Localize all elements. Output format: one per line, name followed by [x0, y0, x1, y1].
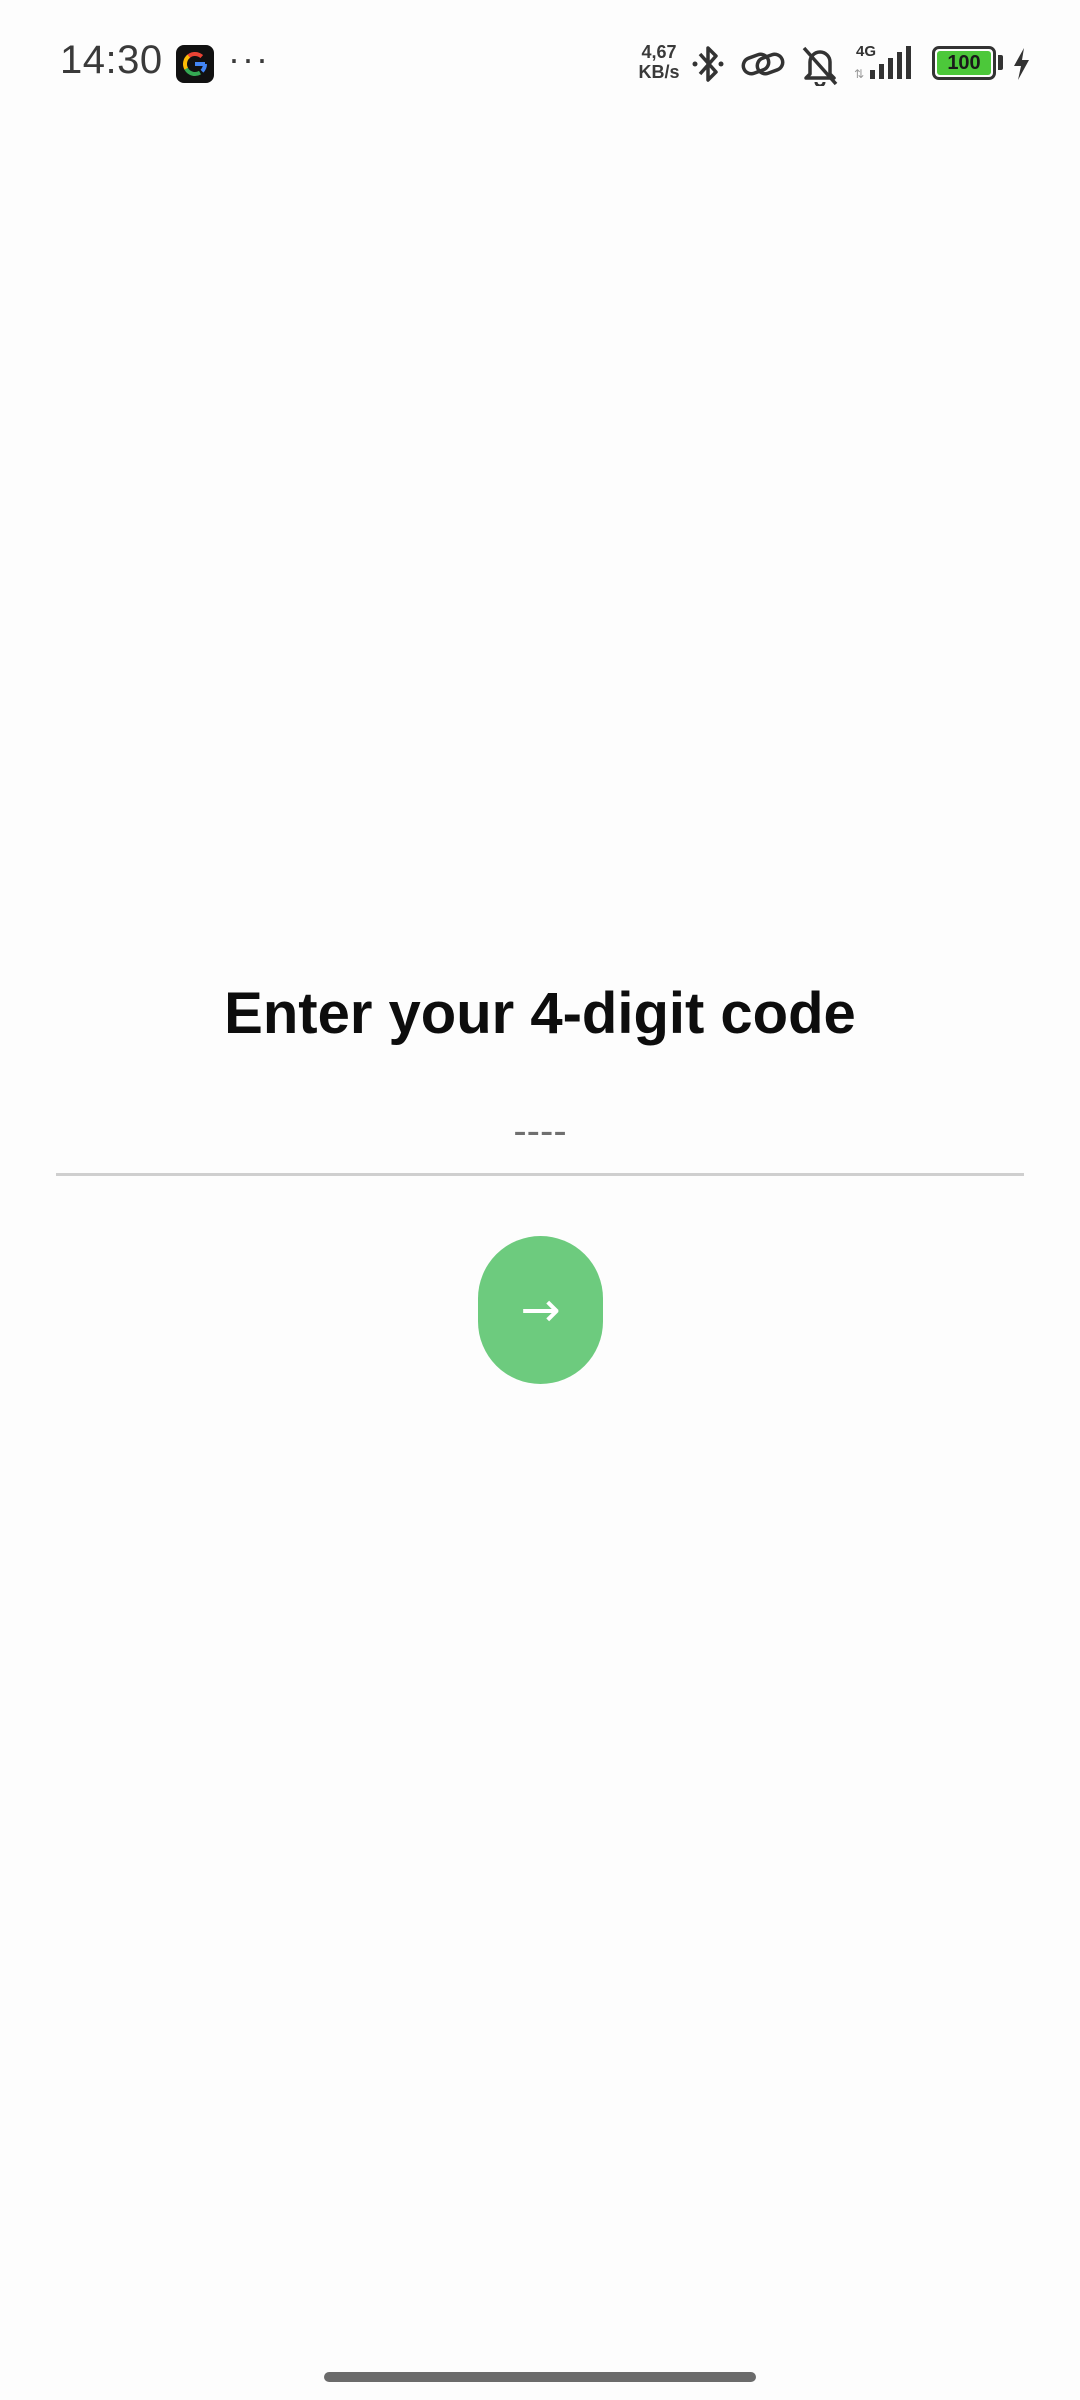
- bell-off-icon: [800, 44, 840, 91]
- charging-icon: [1010, 46, 1032, 87]
- link-icon: [740, 44, 786, 89]
- more-dots-icon: ···: [228, 38, 270, 79]
- network-speed: 4,67 KB/s: [634, 42, 684, 82]
- arrow-right-icon: →: [520, 1282, 561, 1338]
- code-input[interactable]: [56, 1090, 1024, 1176]
- home-indicator[interactable]: [324, 2372, 756, 2382]
- google-app-icon: [176, 45, 214, 83]
- network-speed-unit: KB/s: [638, 62, 680, 82]
- status-time: 14:30: [60, 38, 163, 82]
- signal-icon: 4G ⇅: [852, 42, 920, 87]
- status-bar: 14:30 ··· 4,67 KB/s 4G ⇅ 100: [0, 0, 1080, 130]
- next-button[interactable]: →: [478, 1236, 603, 1384]
- svg-text:⇅: ⇅: [854, 67, 864, 81]
- battery-tip: [998, 55, 1003, 70]
- page-title: Enter your 4-digit code: [224, 981, 856, 1046]
- network-speed-value: 4,67: [641, 42, 677, 62]
- battery-level: 100: [937, 51, 991, 75]
- code-entry-screen: 14:30 ··· 4,67 KB/s 4G ⇅ 100 Enter your …: [0, 0, 1080, 2400]
- bluetooth-icon: [690, 44, 726, 89]
- network-type-label: 4G: [856, 43, 876, 60]
- battery-icon: 100: [932, 46, 996, 80]
